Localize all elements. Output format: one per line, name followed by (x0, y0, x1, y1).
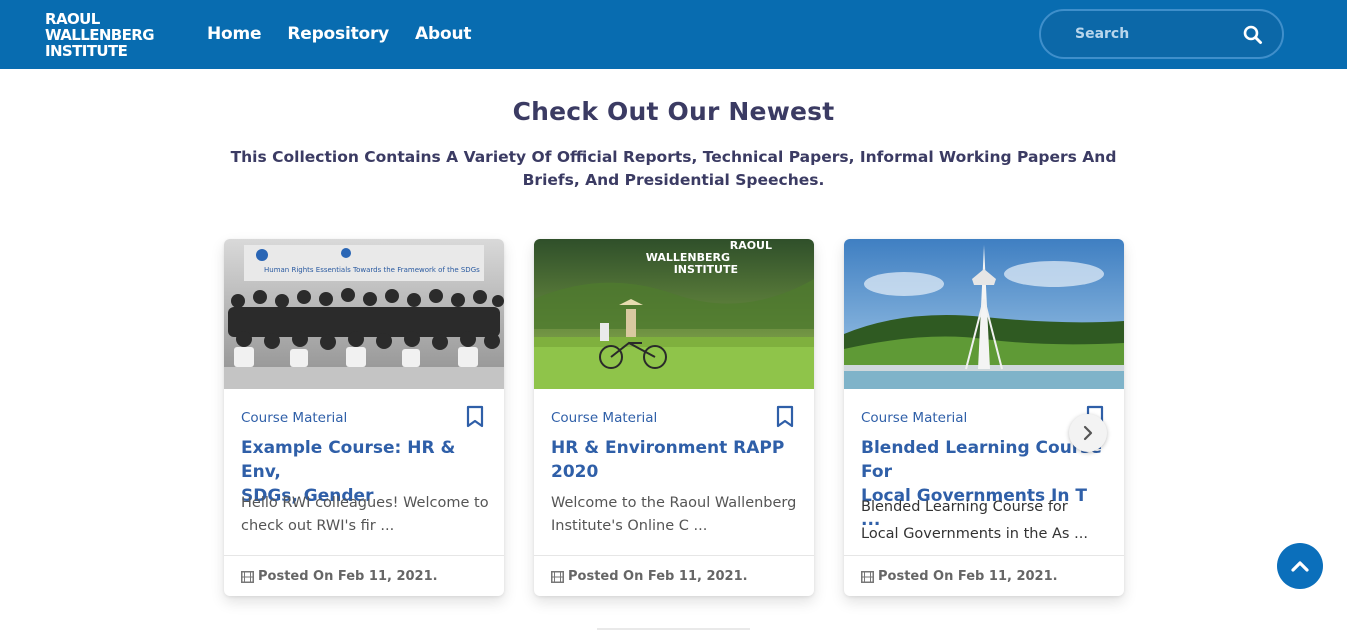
search-icon[interactable] (1242, 24, 1264, 46)
card-category: Course Material (861, 410, 968, 426)
section-subtitle: This Collection Contains A Variety Of Of… (230, 148, 1117, 189)
chevron-up-icon (1291, 561, 1309, 572)
section-title: Check Out Our Newest (512, 97, 835, 126)
logo[interactable]: RAOUL WALLENBERG INSTITUTE (45, 11, 155, 59)
nav-home[interactable]: Home (207, 24, 262, 44)
resource-card[interactable]: Human Rights Essentials Towards the Fram… (224, 239, 504, 596)
search-box (1039, 9, 1284, 59)
logo-line-3: INSTITUTE (45, 42, 128, 60)
top-navbar: RAOUL WALLENBERG INSTITUTE Home Reposito… (0, 0, 1347, 69)
card-footer: Posted On Feb 11, 2021. (844, 555, 1124, 596)
nav-about[interactable]: About (415, 24, 471, 44)
card-image-memorial-tower[interactable] (844, 239, 1124, 389)
card-image-rice-field[interactable]: RAOUL WALLENBERG INSTITUTE (534, 239, 814, 389)
card-footer: Posted On Feb 11, 2021. (224, 555, 504, 596)
film-icon (241, 570, 254, 583)
card-title[interactable]: HR & Environment RAPP 2020 (551, 436, 801, 484)
nav-repository[interactable]: Repository (287, 24, 389, 44)
card-footer: Posted On Feb 11, 2021. (534, 555, 814, 596)
card-date: Posted On Feb 11, 2021. (878, 569, 1058, 584)
main-nav: Home Repository About (207, 24, 471, 44)
film-icon (551, 570, 564, 583)
card-description: Blended Learning Course for Local Govern… (861, 499, 1088, 542)
bookmark-icon[interactable] (775, 405, 795, 429)
bookmark-icon[interactable] (465, 405, 485, 429)
carousel-next-button[interactable] (1069, 414, 1107, 452)
card-image-group-photo[interactable]: Human Rights Essentials Towards the Fram… (224, 239, 504, 389)
card-description: Hello RWI colleagues! Welcome to check o… (241, 495, 489, 534)
logo-line-2: WALLENBERG (45, 26, 155, 44)
card-category: Course Material (551, 410, 658, 426)
film-icon (861, 570, 874, 583)
logo-line-1: RAOUL (45, 10, 100, 28)
banner-text: Human Rights Essentials Towards the Fram… (264, 266, 480, 274)
card-category: Course Material (241, 410, 348, 426)
scroll-to-top-button[interactable] (1277, 543, 1323, 589)
resource-card[interactable]: RAOUL WALLENBERG INSTITUTE Course Material… (534, 239, 814, 596)
chevron-right-icon (1083, 425, 1093, 441)
card-date: Posted On Feb 11, 2021. (258, 569, 438, 584)
search-input[interactable] (1075, 23, 1225, 45)
card-date: Posted On Feb 11, 2021. (568, 569, 748, 584)
card-description: Welcome to the Raoul Wallenberg Institut… (551, 495, 797, 534)
